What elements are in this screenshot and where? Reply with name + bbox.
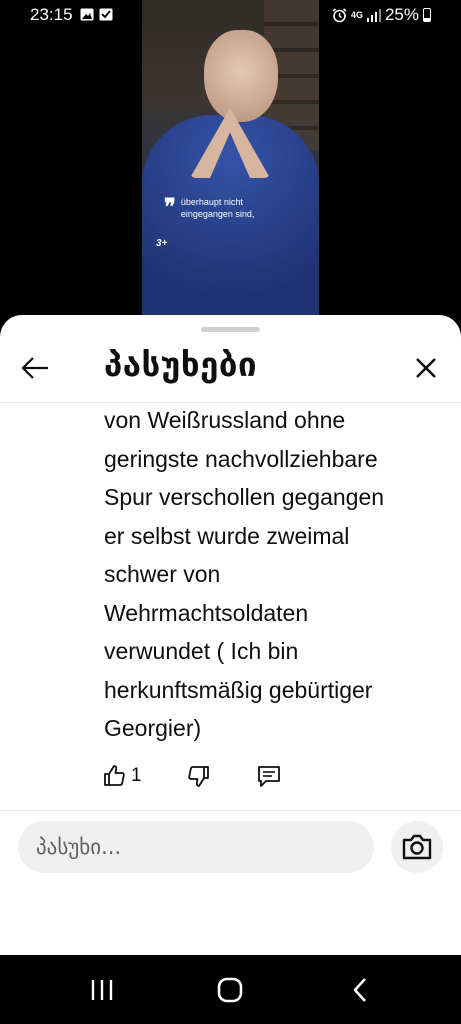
comment-icon (258, 766, 280, 787)
thumbs-down-icon (188, 766, 209, 787)
comment-line: er selbst wurde zweimal (104, 522, 350, 549)
camera-icon (402, 834, 432, 860)
home-button[interactable] (210, 973, 250, 1007)
reply-button[interactable] (254, 761, 284, 791)
reply-input[interactable] (18, 821, 374, 873)
drag-handle[interactable] (201, 327, 260, 332)
close-button[interactable] (407, 349, 445, 387)
video-person-head (204, 30, 278, 122)
back-button[interactable] (16, 349, 54, 387)
replies-sheet: პასუხები von Weißrussland ohne geringste… (0, 315, 461, 955)
comment-line: verwundet ( Ich bin (104, 638, 299, 664)
alarm-icon (332, 7, 347, 22)
comment-text: von Weißrussland ohne geringste nachvoll… (104, 401, 444, 748)
like-button[interactable]: 1 (102, 761, 148, 791)
status-time: 23:15 (30, 5, 73, 24)
comment-line: von Weißrussland ohne (104, 407, 346, 433)
close-icon (416, 358, 436, 378)
back-nav-button[interactable] (340, 973, 380, 1007)
quote-icon: ❞ (164, 194, 176, 220)
arrow-left-icon (21, 357, 48, 379)
recent-apps-button[interactable] (82, 973, 122, 1007)
camera-button[interactable] (391, 821, 443, 873)
system-nav-bar (0, 955, 461, 1024)
signal-icon (366, 9, 381, 22)
video-player[interactable]: ❞ überhaupt nicht eingegangen sind, 3+ (142, 0, 319, 316)
recent-apps-icon (91, 980, 113, 1000)
thumbs-up-icon (104, 765, 125, 786)
comment-line: Wehrmachtsoldaten (104, 599, 309, 626)
comment-line: Georgier) (104, 715, 202, 741)
home-icon (217, 977, 243, 1003)
subtitle-text: überhaupt nicht eingegangen sind, (180, 197, 255, 219)
download-notification-icon (99, 8, 113, 21)
gallery-notification-icon (80, 8, 94, 21)
battery-percent: 25% (384, 5, 419, 24)
video-subtitle: ❞ überhaupt nicht eingegangen sind, (164, 196, 254, 220)
actions-divider (0, 810, 461, 811)
battery-icon (423, 8, 431, 22)
like-count: 1 (131, 765, 142, 786)
chevron-left-icon (353, 978, 366, 1002)
comment-line: geringste nachvollziehbare (104, 445, 378, 472)
channel-logo: 3+ (156, 238, 168, 249)
comment-line: Spur verschollen gegangen (104, 484, 385, 510)
comment-line: herkunftsmäßig gebürtiger (104, 676, 373, 703)
comment-actions: 1 (102, 761, 284, 791)
dislike-button[interactable] (184, 761, 214, 791)
sheet-title: პასუხები (104, 345, 258, 384)
network-type: 4G (350, 9, 363, 20)
sheet-header: პასუხები (0, 335, 461, 403)
comment-line: schwer von (104, 561, 221, 587)
status-right: 4G 25% (332, 5, 431, 25)
